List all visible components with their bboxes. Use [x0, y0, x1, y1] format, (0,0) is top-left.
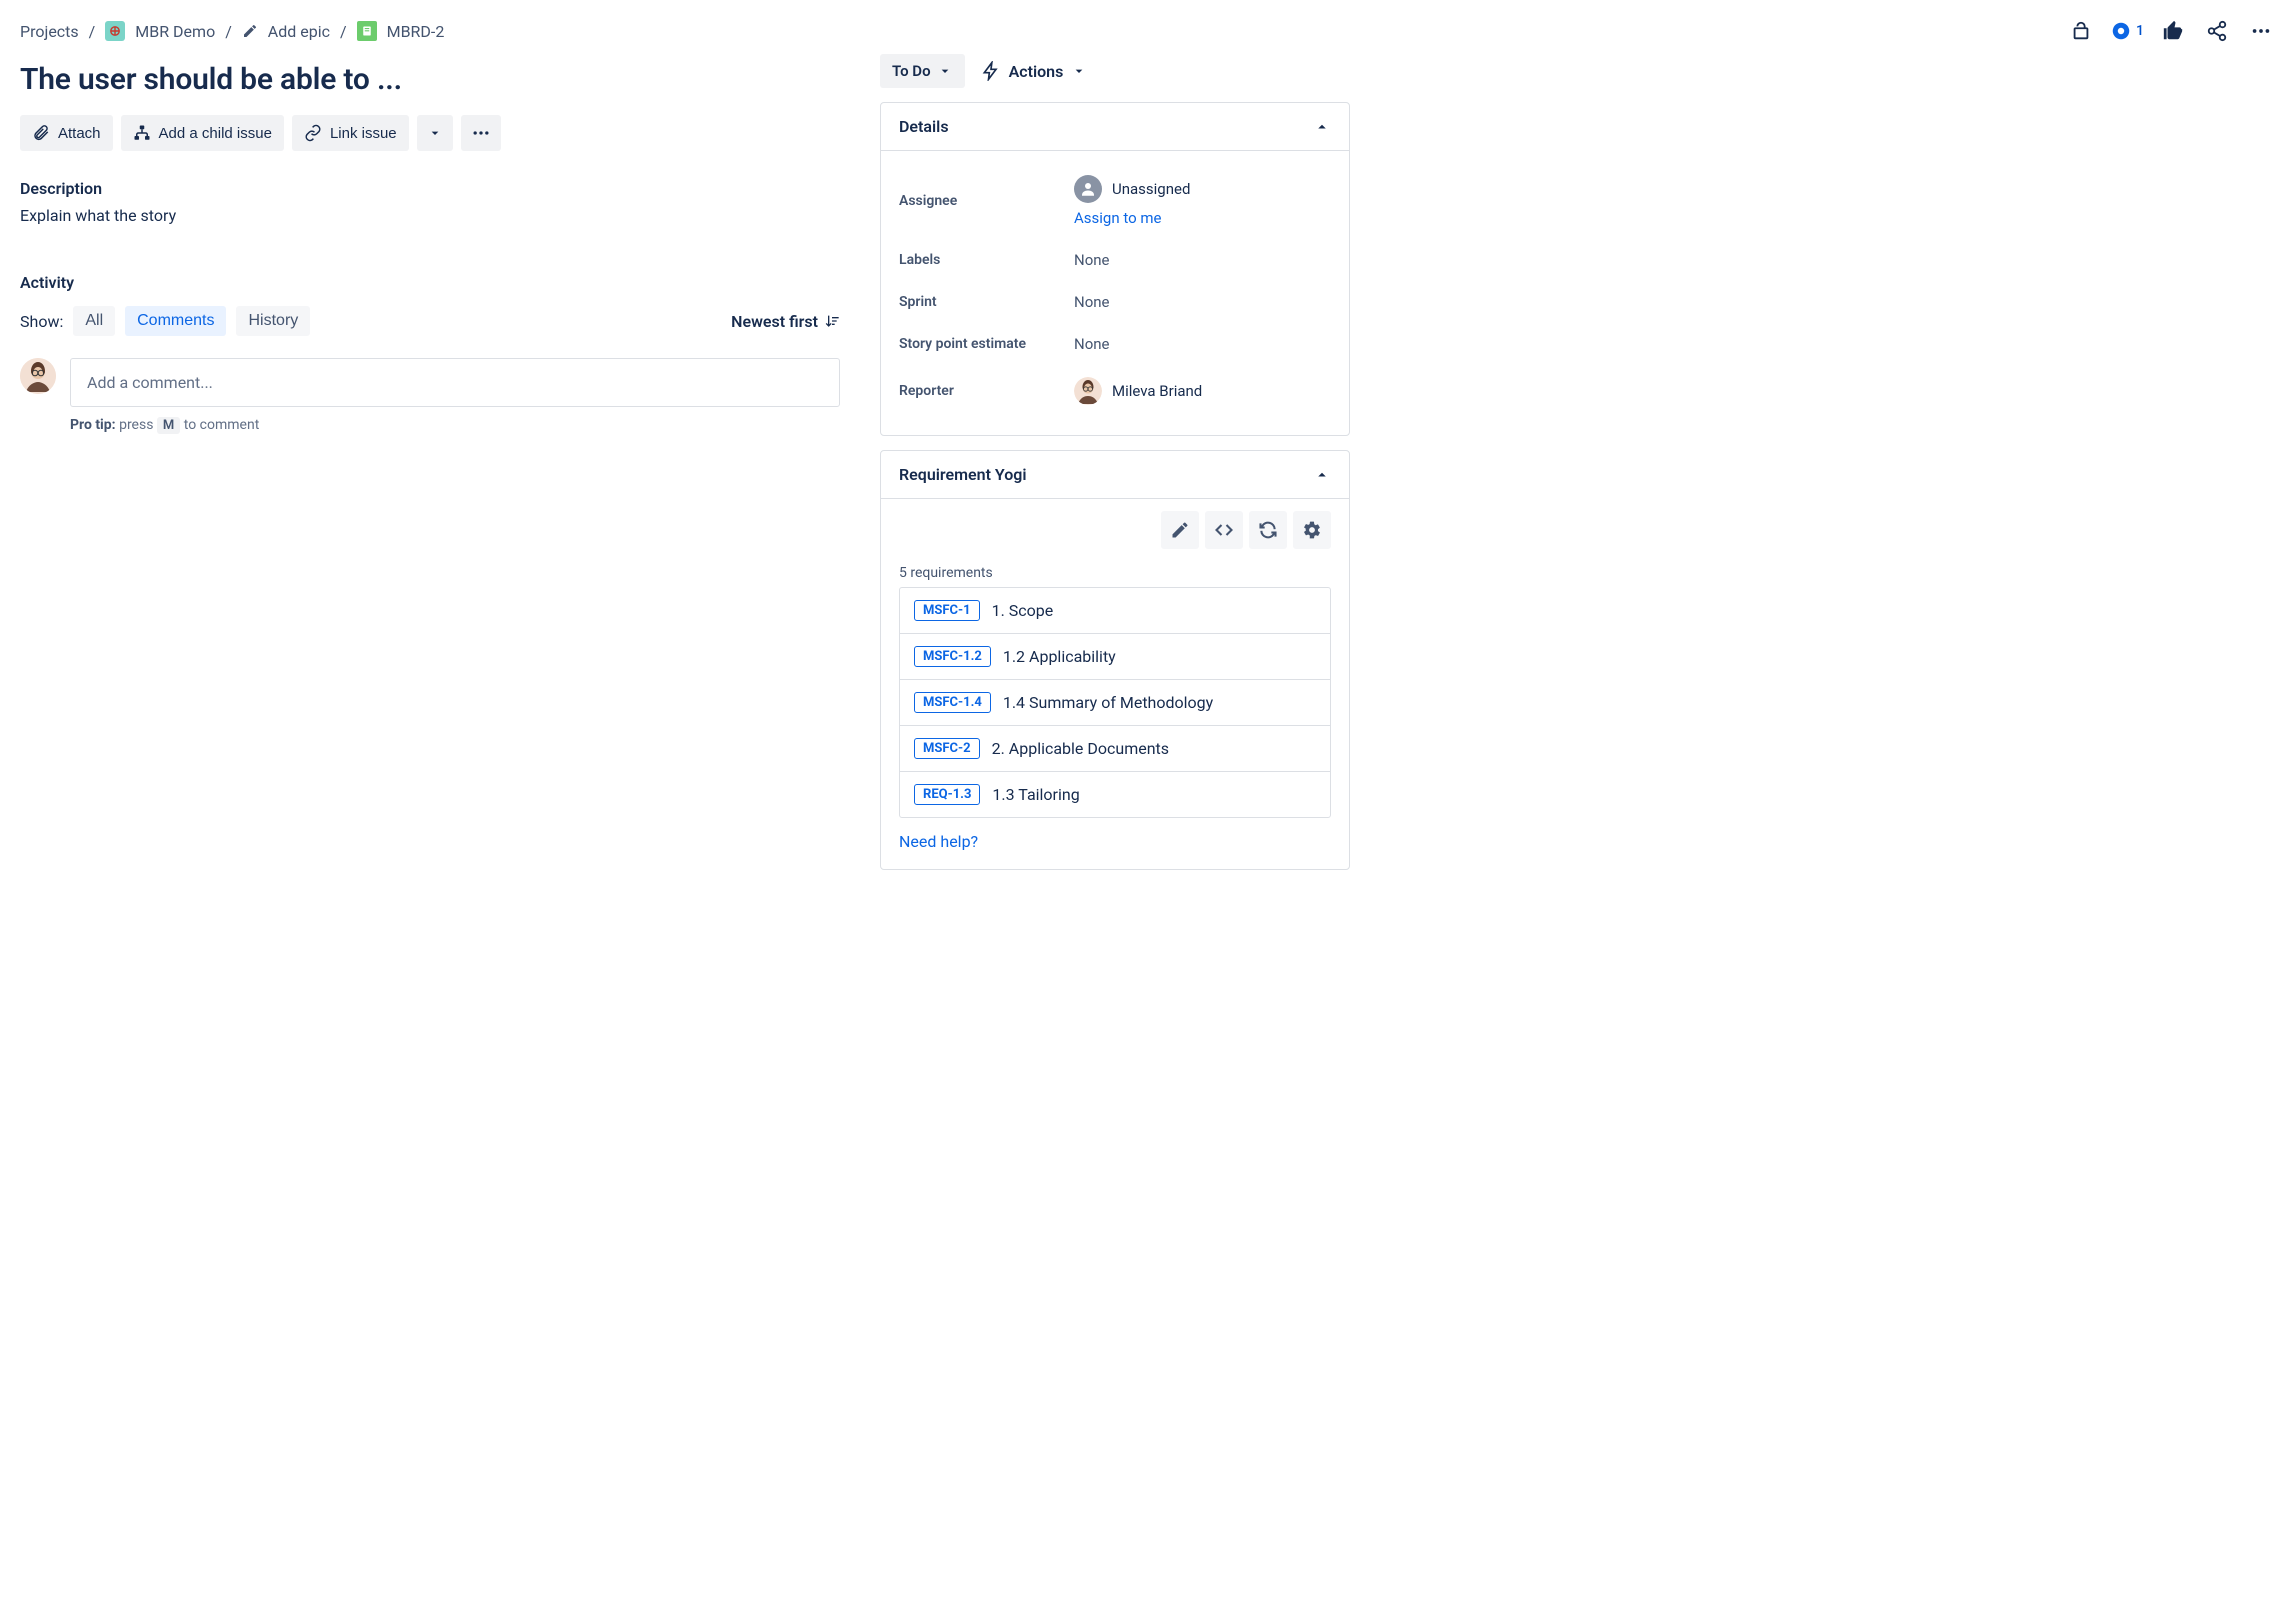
requirement-row[interactable]: MSFC-2 2. Applicable Documents — [900, 726, 1330, 772]
requirement-key: REQ-1.3 — [914, 784, 980, 805]
like-button[interactable] — [2158, 16, 2188, 46]
chevron-down-icon — [937, 63, 953, 79]
reporter-avatar — [1074, 377, 1102, 405]
epic-type-icon — [357, 21, 377, 41]
requirement-key: MSFC-1.2 — [914, 646, 991, 667]
breadcrumb: Projects / MBR Demo / Add epic / MBRD-2 — [20, 21, 444, 41]
breadcrumb-sep: / — [340, 22, 347, 41]
breadcrumb-issue-key[interactable]: MBRD-2 — [387, 22, 445, 41]
requirement-title: 1.4 Summary of Methodology — [1003, 693, 1213, 712]
requirement-title: 1. Scope — [992, 601, 1054, 620]
assignee-label: Assignee — [899, 193, 1074, 209]
requirement-yogi-panel: Requirement Yogi — [880, 450, 1350, 870]
requirement-key: MSFC-1 — [914, 600, 980, 621]
watch-button[interactable]: 1 — [2110, 20, 2144, 42]
activity-label: Activity — [20, 273, 840, 292]
reporter-field[interactable]: Mileva Briand — [1074, 377, 1331, 405]
details-panel: Details Assignee Unassigned — [880, 102, 1350, 436]
description-text[interactable]: Explain what the story — [20, 206, 840, 225]
requirement-row[interactable]: REQ-1.3 1.3 Tailoring — [900, 772, 1330, 817]
comment-input[interactable]: Add a comment... — [70, 358, 840, 407]
more-actions-button[interactable] — [2246, 16, 2276, 46]
link-issue-button[interactable]: Link issue — [292, 115, 409, 151]
more-toolbar-button[interactable] — [461, 115, 501, 151]
tab-history[interactable]: History — [236, 306, 310, 336]
breadcrumb-sep: / — [89, 22, 96, 41]
pro-tip-key: M — [157, 417, 180, 434]
pencil-icon — [242, 23, 258, 39]
ry-settings-button[interactable] — [1293, 511, 1331, 549]
sprint-value[interactable]: None — [1074, 293, 1331, 311]
page-title[interactable]: The user should be able to ... — [20, 62, 840, 97]
project-icon — [105, 21, 125, 41]
sort-button[interactable]: Newest first — [731, 312, 840, 331]
lock-open-icon[interactable] — [2066, 16, 2096, 46]
story-points-label: Story point estimate — [899, 336, 1074, 352]
attach-button[interactable]: Attach — [20, 115, 113, 151]
sprint-label: Sprint — [899, 294, 1074, 310]
requirement-title: 1.3 Tailoring — [992, 785, 1079, 804]
tab-all[interactable]: All — [73, 306, 115, 336]
add-child-label: Add a child issue — [159, 125, 272, 142]
show-label: Show: — [20, 312, 63, 331]
labels-value[interactable]: None — [1074, 251, 1331, 269]
ry-code-button[interactable] — [1205, 511, 1243, 549]
assignee-field[interactable]: Unassigned Assign to me — [1074, 175, 1331, 227]
breadcrumb-project-name[interactable]: MBR Demo — [135, 22, 215, 41]
labels-label: Labels — [899, 252, 1074, 268]
attach-label: Attach — [58, 125, 101, 142]
ry-header[interactable]: Requirement Yogi — [881, 451, 1349, 499]
assign-to-me-link[interactable]: Assign to me — [1074, 209, 1190, 227]
ry-edit-button[interactable] — [1161, 511, 1199, 549]
tab-comments[interactable]: Comments — [125, 306, 226, 336]
assignee-value: Unassigned — [1112, 180, 1190, 198]
actions-label: Actions — [1009, 62, 1064, 81]
story-points-value[interactable]: None — [1074, 335, 1331, 353]
requirement-title: 1.2 Applicability — [1003, 647, 1116, 666]
breadcrumb-projects[interactable]: Projects — [20, 22, 79, 41]
reporter-label: Reporter — [899, 383, 1074, 399]
user-avatar — [20, 358, 56, 394]
link-dropdown-button[interactable] — [417, 115, 453, 151]
add-child-button[interactable]: Add a child issue — [121, 115, 284, 151]
requirement-row[interactable]: MSFC-1 1. Scope — [900, 588, 1330, 634]
status-value: To Do — [892, 62, 931, 80]
requirement-row[interactable]: MSFC-1.2 1.2 Applicability — [900, 634, 1330, 680]
link-issue-label: Link issue — [330, 125, 397, 142]
description-label: Description — [20, 179, 840, 198]
chevron-up-icon — [1313, 118, 1331, 136]
requirement-key: MSFC-1.4 — [914, 692, 991, 713]
requirement-title: 2. Applicable Documents — [992, 739, 1169, 758]
sort-label: Newest first — [731, 312, 818, 331]
corner-actions: 1 — [2066, 16, 2276, 46]
details-header[interactable]: Details — [881, 103, 1349, 151]
share-button[interactable] — [2202, 16, 2232, 46]
actions-dropdown[interactable]: Actions — [981, 61, 1088, 81]
watch-count: 1 — [2136, 23, 2144, 39]
ry-refresh-button[interactable] — [1249, 511, 1287, 549]
status-dropdown[interactable]: To Do — [880, 54, 965, 88]
chevron-up-icon — [1313, 466, 1331, 484]
breadcrumb-add-epic[interactable]: Add epic — [268, 22, 330, 41]
requirement-key: MSFC-2 — [914, 738, 980, 759]
breadcrumb-sep: / — [225, 22, 232, 41]
sort-icon — [824, 313, 840, 329]
pro-tip: Pro tip: press M to comment — [70, 417, 840, 433]
requirement-row[interactable]: MSFC-1.4 1.4 Summary of Methodology — [900, 680, 1330, 726]
ry-count: 5 requirements — [899, 565, 1331, 581]
chevron-down-icon — [1071, 63, 1087, 79]
lightning-icon — [981, 61, 1001, 81]
unassigned-avatar-icon — [1074, 175, 1102, 203]
ry-help-link[interactable]: Need help? — [899, 832, 978, 851]
reporter-value: Mileva Briand — [1112, 382, 1202, 400]
